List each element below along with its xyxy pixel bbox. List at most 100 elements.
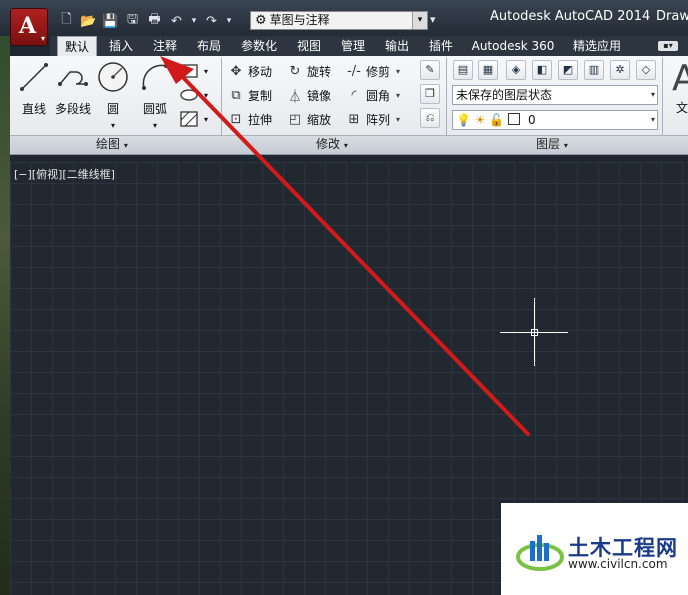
erase-icon[interactable]: ✎ (420, 60, 440, 80)
hatch-tool[interactable]: ▾ (180, 109, 214, 129)
layer-freeze-icon[interactable]: ▥ (584, 60, 604, 80)
chevron-down-icon: ▾ (123, 141, 128, 150)
print-icon[interactable]: 🖶 (146, 12, 163, 30)
tab-layout[interactable]: 布局 (189, 36, 229, 56)
sun-icon: ☀ (474, 113, 486, 127)
tab-manage[interactable]: 管理 (333, 36, 373, 56)
trim-tool[interactable]: -/- 修剪 ▾ (346, 61, 400, 81)
layer-state-dropdown[interactable]: 未保存的图层状态 ▾ (452, 85, 658, 105)
line-icon (20, 63, 48, 91)
layer-properties-icon[interactable]: ▤ (453, 60, 473, 80)
tab-plugins[interactable]: 插件 (421, 36, 461, 56)
layer-iso-icon[interactable]: ◧ (532, 60, 552, 80)
chevron-down-icon[interactable]: ▾ (153, 121, 157, 130)
circle-label: 圆 ▾ (89, 100, 137, 131)
circle-tool[interactable]: 圆 ▾ (89, 60, 137, 131)
layer-dropdown[interactable]: 💡 ☀ 🔓 0 ▾ (452, 110, 658, 130)
modify-panel-title-text: 修改 (316, 137, 341, 151)
circle-icon (98, 62, 128, 92)
layer-walk-icon[interactable]: ◇ (636, 60, 656, 80)
layer-off-icon[interactable]: ◩ (558, 60, 578, 80)
watermark-url: www.civilcn.com (568, 557, 668, 571)
redo-dropdown-icon[interactable]: ▾ (225, 13, 233, 30)
tab-parametric[interactable]: 参数化 (233, 36, 285, 56)
arc-label-text: 圆弧 (142, 102, 167, 116)
save-icon[interactable]: 💾 (102, 13, 119, 30)
chevron-down-icon: ▾ (412, 12, 427, 29)
layer-stack-icon[interactable]: ▦ (478, 60, 498, 80)
open-folder-icon[interactable]: 📂 (80, 13, 97, 30)
layer-match-icon[interactable]: ◈ (506, 60, 526, 80)
stretch-icon: ⊡ (230, 111, 242, 127)
stretch-tool[interactable]: ⊡ 拉伸 (228, 109, 272, 129)
current-layer-value: 0 (527, 113, 536, 127)
customize-toolbar-dropdown-icon[interactable]: ▾ (430, 13, 436, 26)
circle-label-text: 圆 (106, 102, 119, 116)
tab-output[interactable]: 输出 (377, 36, 417, 56)
copy-icon: ⧉ (231, 87, 241, 103)
lightbulb-icon: 💡 (456, 113, 471, 127)
ribbon-minimize-button[interactable]: ▪▾ (658, 41, 678, 51)
array-tool[interactable]: ⊞ 阵列 ▾ (346, 109, 400, 129)
stretch-label: 拉伸 (248, 112, 273, 127)
move-icon: ✥ (230, 63, 242, 79)
tab-view[interactable]: 视图 (289, 36, 329, 56)
ellipse-tool[interactable]: ▾ (180, 85, 214, 105)
rectangle-tool[interactable]: ▾ (180, 61, 214, 81)
application-menu-button[interactable]: A ▾ (10, 8, 48, 46)
civilcn-logo-icon (516, 535, 564, 571)
draw-panel-title[interactable]: 绘图 ▾ (96, 136, 128, 154)
arc-tool[interactable]: 圆弧 ▾ (131, 60, 179, 131)
tab-default[interactable]: 默认 (57, 36, 97, 56)
rotate-tool[interactable]: ↻ 旋转 (287, 61, 331, 81)
layers-panel-title[interactable]: 图层 ▾ (536, 136, 568, 154)
redo-icon[interactable]: ↷ (203, 13, 220, 30)
tab-autodesk-360[interactable]: Autodesk 360 (465, 36, 561, 56)
tab-annotate[interactable]: 注释 (145, 36, 185, 56)
scale-tool[interactable]: ◰ 缩放 (287, 109, 331, 129)
rectangle-icon (180, 64, 198, 78)
draw-panel-title-text: 绘图 (96, 137, 121, 151)
fillet-label: 圆角 (366, 88, 391, 103)
trim-label: 修剪 (366, 64, 391, 79)
explode-icon[interactable]: ❒ (420, 84, 440, 104)
gear-icon: ⚙ (255, 13, 267, 28)
tab-insert[interactable]: 插入 (101, 36, 141, 56)
chevron-down-icon: ▾ (343, 141, 348, 150)
unlock-icon: 🔓 (489, 113, 505, 127)
offset-icon[interactable]: ⎌ (420, 108, 440, 128)
annotation-text-big-icon[interactable]: A (672, 58, 688, 99)
copy-label: 复制 (248, 88, 273, 103)
chevron-down-icon[interactable]: ▾ (111, 121, 115, 130)
save-as-icon[interactable]: 🖫 (124, 12, 141, 30)
layer-lock-icon[interactable]: ✲ (610, 60, 630, 80)
chevron-down-icon: ▾ (563, 141, 568, 150)
mirror-tool[interactable]: ⏃ 镜像 (287, 85, 331, 105)
tab-featured-apps[interactable]: 精选应用 (565, 36, 629, 56)
modify-panel-title[interactable]: 修改 ▾ (316, 136, 348, 154)
chevron-down-icon: ▾ (650, 115, 655, 124)
array-icon: ⊞ (348, 111, 360, 127)
copy-tool[interactable]: ⧉ 复制 (228, 85, 272, 105)
workspace-switcher[interactable]: ⚙ 草图与注释 ▾ (250, 11, 428, 30)
workspace-label: 草图与注释 (269, 13, 330, 27)
color-swatch (508, 113, 521, 125)
rotate-label: 旋转 (307, 64, 332, 79)
mirror-icon: ⏃ (288, 89, 302, 105)
new-file-icon[interactable]: 🗋 (58, 12, 75, 30)
move-label: 移动 (248, 64, 273, 79)
undo-dropdown-icon[interactable]: ▾ (190, 13, 198, 30)
arc-label: 圆弧 ▾ (131, 100, 179, 131)
ribbon-tab-bar: 默认 插入 注释 布局 参数化 视图 管理 输出 插件 Autodesk 360… (50, 36, 688, 56)
undo-icon[interactable]: ↶ (168, 13, 185, 30)
move-tool[interactable]: ✥ 移动 (228, 61, 272, 81)
chevron-down-icon: ▾ (396, 66, 401, 76)
fillet-tool[interactable]: ◜ 圆角 ▾ (346, 85, 400, 105)
chevron-down-icon: ▾ (396, 114, 401, 124)
chevron-down-icon: ▾ (204, 114, 209, 124)
ellipse-icon (180, 89, 198, 101)
layer-state-value: 未保存的图层状态 (456, 88, 553, 102)
array-label: 阵列 (366, 112, 391, 127)
viewport-controls[interactable]: [−][俯视][二维线框] (14, 166, 115, 182)
crosshair-pickbox (531, 329, 538, 336)
